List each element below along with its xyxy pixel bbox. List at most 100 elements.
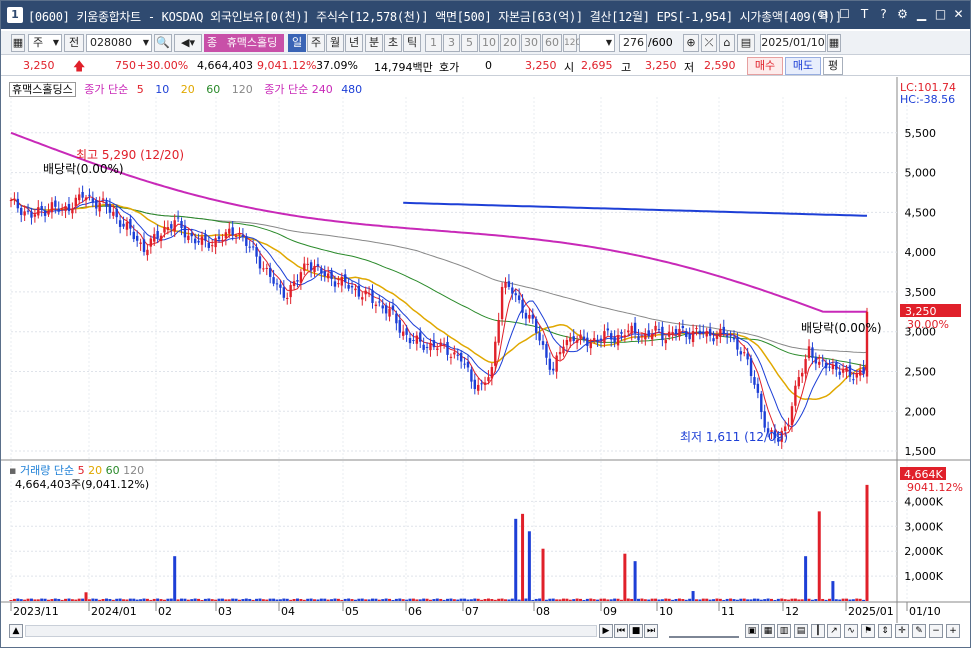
- volume-bar: [94, 598, 98, 601]
- candle-body: [340, 276, 344, 286]
- volume-bar: [500, 598, 504, 601]
- zoom-in-icon[interactable]: +: [946, 624, 960, 638]
- volume-bar: [26, 598, 30, 601]
- volume-bar: [858, 598, 862, 601]
- crosshair-icon[interactable]: ✛: [895, 624, 909, 638]
- candle-body: [610, 333, 613, 340]
- volume-bar: [810, 599, 814, 601]
- volume-bar: [565, 598, 569, 601]
- candle-body: [838, 371, 841, 375]
- volume-bar: [425, 598, 429, 601]
- candle-body: [763, 411, 766, 428]
- view-icon[interactable]: ▣: [745, 624, 759, 638]
- candle-body: [258, 256, 262, 269]
- candle-body: [712, 338, 715, 342]
- volume-bar: [19, 599, 23, 601]
- candle-body: [749, 358, 753, 376]
- candle-body: [419, 332, 422, 342]
- volume-bar: [551, 598, 555, 601]
- price-chart[interactable]: 1,5002,0002,5003,0003,5004,0004,5005,000…: [1, 1, 970, 647]
- volume-bar: [381, 599, 385, 601]
- flag-icon[interactable]: ⚑: [861, 624, 875, 638]
- candle-body: [265, 267, 268, 269]
- pin-icon[interactable]: ✎: [912, 624, 926, 638]
- candle-body: [824, 362, 828, 369]
- volume-bar: [285, 598, 289, 601]
- candle-body: [176, 217, 180, 219]
- candle-body: [296, 280, 299, 282]
- candle-body: [241, 234, 245, 237]
- chart-window: 1 [0600] 키움종합차트 - KOSDAQ 외국인보유[0(천)] 주식수…: [0, 0, 971, 648]
- grid-icon[interactable]: ▦: [761, 624, 775, 638]
- candle-body: [64, 206, 67, 212]
- candle-body: [71, 208, 74, 214]
- volume-bar: [814, 599, 818, 601]
- volume-bar: [466, 599, 470, 601]
- stop-icon[interactable]: ■: [629, 624, 643, 638]
- candle-body: [286, 297, 289, 299]
- last-icon[interactable]: ⏭: [644, 624, 658, 638]
- candle-body: [579, 334, 582, 339]
- candle-body: [306, 263, 309, 266]
- volume-bar: [316, 599, 320, 601]
- scroll-left-icon[interactable]: ▲: [9, 624, 23, 638]
- stock-name-label[interactable]: 휴맥스홀딩스: [9, 82, 76, 97]
- volume-bar: [575, 598, 579, 601]
- candle-body: [142, 239, 146, 252]
- volume-bar: [558, 599, 562, 601]
- volume-bar: [336, 598, 340, 601]
- candle-body: [146, 249, 149, 256]
- volume-bar: [391, 599, 395, 601]
- volume-bar: [480, 599, 484, 601]
- candle-body: [173, 220, 176, 232]
- first-icon[interactable]: ⏮: [614, 624, 628, 638]
- candle-body: [231, 227, 234, 236]
- candle-body: [330, 271, 333, 280]
- volume-bar: [807, 598, 811, 601]
- candle-body: [347, 284, 350, 289]
- candle-body: [170, 224, 173, 229]
- volume-bar: [111, 599, 115, 601]
- candle-body: [207, 242, 211, 248]
- candle-body: [384, 305, 388, 314]
- candle-body: [37, 207, 40, 216]
- line-icon[interactable]: ∿: [844, 624, 858, 638]
- candle-body: [592, 338, 596, 341]
- candle-body: [30, 211, 33, 218]
- volume-bar: [596, 599, 600, 601]
- volume-bar: [104, 598, 108, 601]
- volume-bar: [70, 599, 74, 601]
- candle-body: [33, 214, 37, 217]
- volume-bar: [517, 599, 521, 601]
- candle-icon[interactable]: ┃: [811, 624, 825, 638]
- zoom-out-icon[interactable]: −: [929, 624, 943, 638]
- volume-bar: [244, 598, 248, 601]
- candle-body: [47, 210, 50, 215]
- volume-bar: [490, 599, 494, 601]
- candle-body: [569, 337, 572, 342]
- volume-bar: [521, 513, 525, 601]
- scale-icon[interactable]: ⇕: [878, 624, 892, 638]
- zoom-slider[interactable]: [669, 624, 739, 638]
- volume-bar: [156, 598, 160, 601]
- candle-body: [432, 340, 436, 348]
- volume-bar: [504, 599, 508, 601]
- candle-body: [217, 236, 221, 240]
- volume-bar: [405, 599, 409, 601]
- candle-body: [422, 344, 425, 350]
- candle-body: [589, 342, 592, 349]
- trend-icon[interactable]: ↗: [827, 624, 841, 638]
- candle-body: [425, 346, 429, 348]
- candle-body: [395, 313, 398, 324]
- candle-body: [118, 220, 122, 227]
- chart-icon[interactable]: ▥: [777, 624, 791, 638]
- play-icon[interactable]: ▶: [599, 624, 613, 638]
- compare-icon[interactable]: ▤: [794, 624, 808, 638]
- scrollbar-track[interactable]: [25, 625, 597, 637]
- volume-bar: [125, 599, 129, 601]
- candle-body: [67, 203, 71, 212]
- candle-body: [105, 201, 108, 207]
- candle-body: [848, 365, 852, 377]
- hc-indicator: HC:-38.56: [900, 93, 956, 106]
- candle-body: [555, 355, 558, 372]
